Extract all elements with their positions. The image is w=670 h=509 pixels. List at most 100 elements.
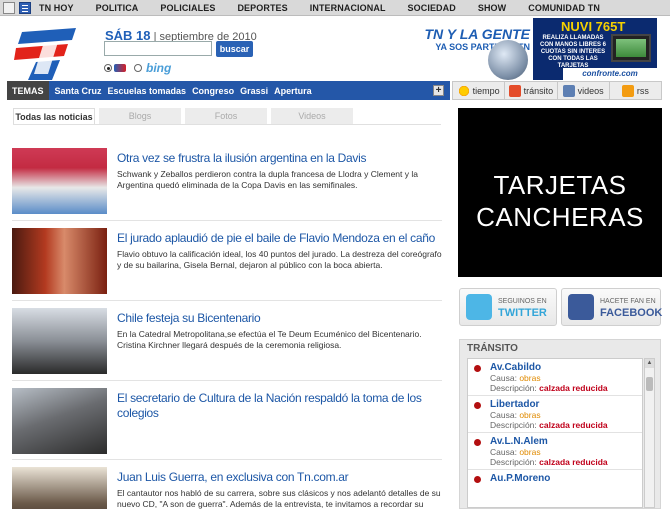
news-thumbnail[interactable]: [12, 388, 107, 454]
facebook-fan-button[interactable]: HACETE FAN EN FACEBOOK: [561, 288, 663, 326]
topic-congreso[interactable]: Congreso: [192, 86, 234, 96]
alert-dot-icon: [474, 402, 481, 409]
sun-icon: [457, 84, 470, 97]
news-headline[interactable]: El secretario de Cultura de la Nación re…: [117, 391, 442, 421]
nav-sociedad[interactable]: SOCIEDAD: [408, 3, 456, 13]
tab-fotos[interactable]: Fotos: [185, 108, 267, 124]
traffic-description: Descripción: calzada reducida: [490, 383, 608, 393]
rss-icon: [621, 84, 634, 97]
nav-tn-hoy[interactable]: TN HOY: [39, 3, 74, 13]
traffic-street: Au.P.Moreno: [490, 473, 551, 484]
news-thumbnail[interactable]: [12, 467, 107, 509]
promo-line-1: TARJETAS: [493, 170, 627, 200]
news-item: Otra vez se frustra la ilusión argentina…: [12, 148, 442, 221]
twitter-small-label: SEGUINOS EN: [498, 298, 547, 305]
tool-tiempo[interactable]: tiempo: [452, 81, 506, 100]
tool-rss[interactable]: rss: [609, 81, 662, 100]
facebook-icon: [568, 294, 594, 320]
twitter-follow-button[interactable]: SEGUINOS EN TWITTER: [459, 288, 557, 326]
video-icon: [562, 84, 575, 97]
desc-value: calzada reducida: [539, 383, 608, 393]
alert-dot-icon: [474, 439, 481, 446]
desc-label: Descripción:: [490, 420, 537, 430]
menu-list-icon[interactable]: [19, 1, 31, 14]
news-headline[interactable]: Chile festeja su Bicentenario: [117, 311, 442, 326]
news-headline[interactable]: El jurado aplaudió de pie el baile de Fl…: [117, 231, 442, 246]
news-thumbnail[interactable]: [12, 228, 107, 294]
traffic-cause: Causa: obras: [490, 373, 541, 383]
desc-value: calzada reducida: [539, 420, 608, 430]
news-item: Juan Luis Guerra, en exclusiva con Tn.co…: [12, 467, 442, 509]
tool-videos[interactable]: videos: [557, 81, 610, 100]
nav-internacional[interactable]: INTERNACIONAL: [310, 3, 386, 13]
news-description: Schwank y Zeballos perdieron contra la d…: [117, 169, 418, 190]
traffic-widget: TRÁNSITO Av.Cabildo Causa: obras Descrip…: [459, 339, 661, 509]
traffic-item[interactable]: Av.L.N.Alem Causa: obras Descripción: ca…: [468, 433, 642, 470]
nuvi-ad-banner[interactable]: NUVI 765T REALIZA LLAMADAS CON MANOS LIB…: [533, 18, 657, 80]
tool-rss-label: rss: [636, 85, 649, 96]
search-button[interactable]: buscar: [216, 41, 253, 57]
tarjetas-cancheras-promo[interactable]: TARJETAS CANCHERAS: [458, 108, 662, 277]
alert-dot-icon: [474, 476, 481, 483]
radio-tn[interactable]: [104, 64, 112, 72]
topic-apertura[interactable]: Apertura: [274, 86, 312, 96]
twitter-icon: [466, 294, 492, 320]
topic-santa-cruz[interactable]: Santa Cruz: [55, 86, 102, 96]
traffic-street: Av.Cabildo: [490, 362, 542, 373]
tab-blogs[interactable]: Blogs: [99, 108, 181, 124]
traffic-item[interactable]: Au.P.Moreno: [468, 470, 642, 507]
news-thumbnail[interactable]: [12, 308, 107, 374]
promo-line-2: CANCHERAS: [476, 202, 644, 232]
topics-bar: TEMAS Santa Cruz Escuelas tomadas Congre…: [7, 81, 450, 100]
traffic-cause: Causa: obras: [490, 410, 541, 420]
cause-value: obras: [519, 447, 541, 457]
tool-transito-label: tránsito: [523, 85, 554, 96]
ad-text: REALIZA LLAMADAS CON MANOS LIBRES 6 CUOT…: [539, 35, 606, 69]
scroll-thumb[interactable]: [646, 377, 653, 391]
cause-label: Causa:: [490, 373, 517, 383]
tab-todas-las-noticias[interactable]: Todas las noticias: [13, 108, 95, 124]
news-item: El jurado aplaudió de pie el baile de Fl…: [12, 228, 442, 301]
traffic-street: Av.L.N.Alem: [490, 436, 548, 447]
search-input[interactable]: [104, 41, 212, 56]
twitter-big-label: TWITTER: [498, 307, 547, 319]
traffic-description: Descripción: calzada reducida: [490, 457, 608, 467]
news-thumbnail[interactable]: [12, 148, 107, 214]
radio-bing[interactable]: [134, 64, 142, 72]
nav-comunidad-tn[interactable]: COMUNIDAD TN: [528, 3, 600, 13]
traffic-widget-title: TRÁNSITO: [467, 343, 518, 354]
news-headline[interactable]: Otra vez se frustra la ilusión argentina…: [117, 151, 442, 166]
gps-device-icon: [611, 34, 651, 62]
nav-show[interactable]: SHOW: [478, 3, 506, 13]
cause-value: obras: [519, 373, 541, 383]
cause-label: Causa:: [490, 447, 517, 457]
nav-policiales[interactable]: POLICIALES: [160, 3, 215, 13]
tn-mini-logo-icon: [114, 64, 126, 72]
tn-logo[interactable]: [14, 22, 76, 80]
scroll-up-arrow-icon[interactable]: ▲: [645, 359, 654, 368]
traffic-list[interactable]: Av.Cabildo Causa: obras Descripción: cal…: [467, 358, 643, 508]
traffic-scrollbar[interactable]: ▲: [644, 358, 655, 508]
news-headline[interactable]: Juan Luis Guerra, en exclusiva con Tn.co…: [117, 470, 442, 485]
facebook-big-label: FACEBOOK: [600, 307, 663, 319]
tn-globe-icon: [488, 40, 528, 80]
traffic-item[interactable]: Av.Cabildo Causa: obras Descripción: cal…: [468, 359, 642, 396]
traffic-item[interactable]: Libertador Causa: obras Descripción: cal…: [468, 396, 642, 433]
topic-escuelas-tomadas[interactable]: Escuelas tomadas: [108, 86, 187, 96]
tool-transito[interactable]: tránsito: [505, 81, 558, 100]
nav-deportes[interactable]: DEPORTES: [237, 3, 287, 13]
desc-label: Descripción:: [490, 457, 537, 467]
tabs-divider: [13, 124, 441, 125]
tools-bar: tiempo tránsito videos rss: [452, 81, 662, 100]
topic-grassi[interactable]: Grassi: [240, 86, 268, 96]
site-header: SÁB 18 | septiembre de 2010 buscar bing …: [0, 16, 670, 80]
news-tabs: Todas las noticias Blogs Fotos Videos: [13, 108, 357, 124]
expand-topics-button[interactable]: +: [433, 85, 444, 96]
traffic-street: Libertador: [490, 399, 540, 410]
cause-label: Causa:: [490, 410, 517, 420]
tab-videos[interactable]: Videos: [271, 108, 353, 124]
news-description: Flavio obtuvo la calificación ideal, los…: [117, 249, 442, 270]
home-icon[interactable]: [3, 1, 15, 14]
nav-politica[interactable]: POLITICA: [96, 3, 139, 13]
ad-brand: confronte.com: [563, 68, 657, 80]
